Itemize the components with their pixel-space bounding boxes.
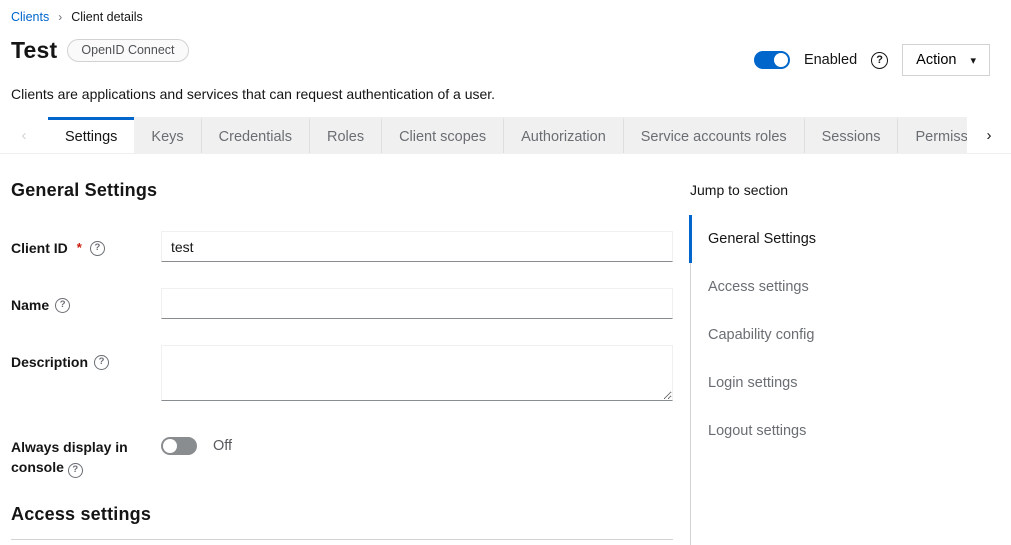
jump-link-access-settings[interactable]: Access settings bbox=[689, 263, 1011, 311]
tab-permissions[interactable]: Permissions bbox=[898, 117, 967, 153]
jump-nav-list: General Settings Access settings Capabil… bbox=[690, 215, 1011, 545]
jump-link-logout-settings[interactable]: Logout settings bbox=[689, 407, 1011, 455]
jump-nav-title: Jump to section bbox=[690, 182, 1011, 198]
required-indicator: * bbox=[77, 239, 82, 258]
tab-bar: ‹ Settings Keys Credentials Roles Client… bbox=[0, 117, 1011, 154]
client-id-label: Client ID bbox=[11, 238, 68, 258]
jump-link-login-settings[interactable]: Login settings bbox=[689, 359, 1011, 407]
settings-tab-content: General Settings Client ID * ? bbox=[0, 180, 1011, 545]
description-textarea[interactable] bbox=[161, 345, 673, 401]
always-display-switch[interactable] bbox=[161, 437, 197, 455]
name-input[interactable] bbox=[161, 288, 673, 319]
description-row: Description ? bbox=[11, 345, 673, 404]
action-dropdown-label: Action bbox=[916, 52, 956, 68]
tab-roles[interactable]: Roles bbox=[310, 117, 382, 153]
tab-service-accounts-roles[interactable]: Service accounts roles bbox=[624, 117, 805, 153]
tab-keys[interactable]: Keys bbox=[134, 117, 201, 153]
action-dropdown-button[interactable]: Action ▾ bbox=[902, 44, 990, 76]
general-settings-heading: General Settings bbox=[11, 180, 673, 201]
name-row: Name ? bbox=[11, 288, 673, 319]
scroll-tabs-right-button[interactable]: › bbox=[967, 117, 1011, 153]
client-id-help-icon[interactable]: ? bbox=[90, 241, 105, 256]
protocol-badge: OpenID Connect bbox=[67, 39, 188, 62]
jump-link-general-settings[interactable]: General Settings bbox=[689, 215, 1011, 263]
always-display-state-label: Off bbox=[213, 438, 232, 454]
scroll-tabs-left-button[interactable]: ‹ bbox=[0, 117, 48, 153]
jump-link-capability-config[interactable]: Capability config bbox=[689, 311, 1011, 359]
help-icon[interactable]: ? bbox=[871, 52, 888, 69]
enabled-switch[interactable] bbox=[754, 51, 790, 69]
enabled-label: Enabled bbox=[804, 52, 857, 68]
name-label: Name bbox=[11, 295, 49, 315]
settings-form: General Settings Client ID * ? bbox=[11, 180, 690, 545]
jump-to-section-sidebar: Jump to section General Settings Access … bbox=[690, 180, 1011, 545]
header-controls: Enabled ? Action ▾ bbox=[754, 44, 990, 76]
caret-down-icon: ▾ bbox=[970, 54, 976, 67]
access-settings-heading: Access settings bbox=[11, 504, 673, 525]
client-details-page: Clients › Client details Test OpenID Con… bbox=[0, 0, 1011, 516]
breadcrumb-clients-link[interactable]: Clients bbox=[11, 10, 49, 24]
page-header: Test OpenID Connect Enabled ? Action ▾ bbox=[0, 24, 1011, 76]
client-id-input[interactable] bbox=[161, 231, 673, 262]
page-description: Clients are applications and services th… bbox=[0, 86, 1011, 102]
switch-knob bbox=[774, 53, 788, 67]
tab-credentials[interactable]: Credentials bbox=[202, 117, 310, 153]
breadcrumb-current: Client details bbox=[71, 10, 143, 24]
page-title: Test bbox=[11, 37, 57, 64]
title-group: Test OpenID Connect bbox=[11, 37, 189, 64]
tabs-scroll-area: Settings Keys Credentials Roles Client s… bbox=[48, 117, 967, 153]
description-help-icon[interactable]: ? bbox=[94, 355, 109, 370]
tab-client-scopes[interactable]: Client scopes bbox=[382, 117, 504, 153]
client-id-row: Client ID * ? bbox=[11, 231, 673, 262]
tab-authorization[interactable]: Authorization bbox=[504, 117, 624, 153]
switch-knob bbox=[163, 439, 177, 453]
always-display-help-icon[interactable]: ? bbox=[68, 463, 83, 478]
name-help-icon[interactable]: ? bbox=[55, 298, 70, 313]
tab-sessions[interactable]: Sessions bbox=[805, 117, 899, 153]
tab-settings[interactable]: Settings bbox=[48, 117, 134, 153]
description-label: Description bbox=[11, 352, 88, 372]
always-display-row: Always display in console ? Off bbox=[11, 430, 673, 478]
breadcrumb: Clients › Client details bbox=[0, 0, 1011, 24]
access-settings-section: Access settings bbox=[11, 504, 673, 540]
breadcrumb-separator-icon: › bbox=[58, 10, 62, 24]
